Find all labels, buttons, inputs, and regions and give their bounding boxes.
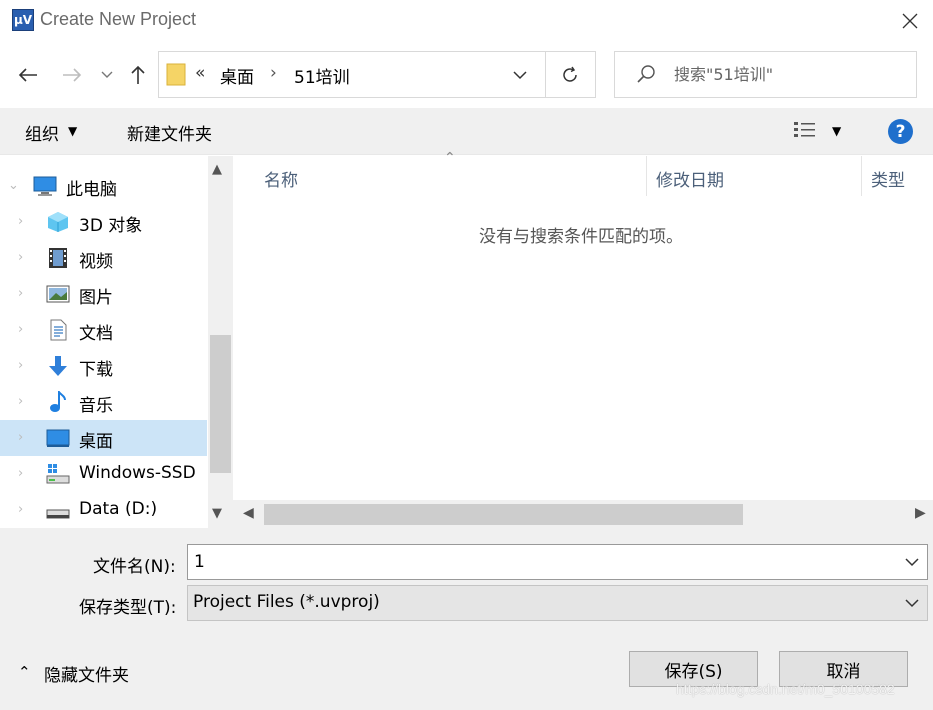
- nav-item-desktop[interactable]: › 桌面: [0, 420, 207, 456]
- filetype-dropdown-button[interactable]: [900, 591, 924, 615]
- chevron-right-icon[interactable]: ›: [18, 214, 23, 229]
- column-header-name[interactable]: 名称: [264, 166, 298, 191]
- new-folder-button[interactable]: 新建文件夹: [127, 120, 212, 145]
- folder-icon: [166, 63, 186, 86]
- chevron-down-icon: [905, 598, 919, 607]
- scroll-right-icon[interactable]: ▶: [915, 505, 926, 521]
- address-dropdown-button[interactable]: [506, 60, 534, 90]
- app-icon: µV: [12, 9, 34, 31]
- arrow-right-icon: [63, 68, 82, 82]
- filename-dropdown-button[interactable]: [900, 550, 924, 574]
- recent-locations-button[interactable]: [98, 64, 116, 86]
- download-icon: [49, 356, 67, 376]
- column-header-date-modified[interactable]: 修改日期: [656, 166, 724, 191]
- arrow-up-icon: [131, 65, 145, 84]
- hide-folders-button[interactable]: 隐藏文件夹: [44, 661, 129, 686]
- chevron-down-icon: [905, 557, 919, 566]
- breadcrumb-current[interactable]: 51培训: [294, 63, 350, 88]
- breadcrumb-separator[interactable]: ›: [270, 63, 277, 83]
- filename-input[interactable]: [194, 549, 884, 575]
- nav-item-label: 文档: [79, 324, 113, 344]
- view-options-icon[interactable]: [793, 120, 817, 140]
- address-divider: [545, 52, 546, 97]
- chevron-down-icon: [513, 70, 527, 79]
- chevron-right-icon[interactable]: ›: [18, 430, 23, 445]
- nav-item-label: 桌面: [79, 432, 113, 452]
- nav-item-windows-ssd[interactable]: › Windows-SSD: [0, 456, 207, 492]
- chevron-right-icon[interactable]: ›: [18, 394, 23, 409]
- up-button[interactable]: [124, 60, 152, 90]
- filetype-selected-value[interactable]: Project Files (*.uvproj): [193, 592, 380, 612]
- nav-item-label: Windows-SSD: [79, 463, 196, 483]
- chevron-right-icon[interactable]: ›: [18, 502, 23, 517]
- nav-item-label: Data (D:): [79, 499, 158, 519]
- nav-item-3d-objects[interactable]: › 3D 对象: [0, 204, 207, 240]
- drive-icon: [46, 509, 70, 519]
- forward-button[interactable]: [58, 60, 86, 90]
- horizontal-scrollbar-thumb[interactable]: [264, 504, 743, 525]
- nav-item-pictures[interactable]: › 图片: [0, 276, 207, 312]
- breadcrumb-desktop[interactable]: 桌面: [220, 63, 254, 88]
- organize-button[interactable]: 组织: [25, 120, 59, 145]
- back-button[interactable]: [14, 60, 42, 90]
- nav-item-videos[interactable]: › 视频: [0, 240, 207, 276]
- nav-item-downloads[interactable]: › 下载: [0, 348, 207, 384]
- nav-item-music[interactable]: › 音乐: [0, 384, 207, 420]
- column-divider[interactable]: [646, 156, 647, 196]
- document-icon: [50, 319, 67, 341]
- nav-item-this-pc[interactable]: ⌄ 此电脑: [0, 168, 207, 204]
- empty-message: 没有与搜索条件匹配的项。: [479, 227, 683, 247]
- filename-label: 文件名(N):: [93, 557, 176, 577]
- view-options-caret-icon[interactable]: ▼: [832, 124, 841, 138]
- nav-item-label: 下载: [79, 360, 113, 380]
- music-icon: [50, 391, 66, 412]
- chevron-up-icon[interactable]: ⌃: [18, 663, 31, 681]
- close-button[interactable]: [894, 6, 926, 36]
- search-input[interactable]: [674, 60, 904, 88]
- search-icon: [637, 65, 655, 83]
- chevron-right-icon[interactable]: ›: [18, 358, 23, 373]
- filetype-label: 保存类型(T):: [79, 598, 177, 618]
- cube-icon: [48, 212, 68, 232]
- nav-item-label: 视频: [79, 252, 113, 272]
- nav-item-data-d[interactable]: › Data (D:): [0, 492, 207, 528]
- refresh-button[interactable]: [555, 60, 585, 90]
- column-divider[interactable]: [861, 156, 862, 196]
- picture-icon: [46, 285, 70, 303]
- close-icon: [902, 13, 918, 29]
- nav-item-label: 此电脑: [66, 180, 117, 200]
- chevron-right-icon[interactable]: ›: [18, 322, 23, 337]
- file-list: [233, 156, 933, 528]
- sort-ascending-icon: ⌃: [444, 150, 456, 166]
- caret-down-icon: ▼: [68, 124, 78, 138]
- nav-item-label: 音乐: [79, 396, 113, 416]
- scroll-left-icon[interactable]: ◀: [243, 505, 254, 521]
- nav-item-label: 图片: [79, 288, 113, 308]
- scroll-up-icon[interactable]: ▲: [212, 162, 222, 177]
- arrow-left-icon: [18, 68, 37, 82]
- video-icon: [49, 248, 67, 268]
- nav-item-label: 3D 对象: [79, 216, 143, 236]
- chevron-right-icon[interactable]: ›: [18, 286, 23, 301]
- nav-pane-scrollbar-thumb[interactable]: [210, 335, 231, 473]
- column-header-type[interactable]: 类型: [871, 166, 905, 191]
- chevron-down-icon[interactable]: ⌄: [8, 178, 19, 193]
- navigation-pane: ⌄ 此电脑 › 3D 对象 › 视频 › 图片 › 文档 › 下载 › 音乐 ›…: [0, 156, 233, 528]
- chevron-right-icon[interactable]: ›: [18, 466, 23, 481]
- chevron-down-icon: [101, 71, 113, 78]
- watermark: https://blog.csdn.net/m0_50100582: [676, 681, 895, 697]
- nav-item-documents[interactable]: › 文档: [0, 312, 207, 348]
- window-title: Create New Project: [40, 9, 197, 29]
- desktop-icon: [46, 429, 70, 447]
- refresh-icon: [563, 66, 577, 82]
- computer-icon: [33, 176, 57, 196]
- address-overflow[interactable]: «: [195, 63, 205, 83]
- scroll-down-icon[interactable]: ▼: [212, 506, 222, 521]
- chevron-right-icon[interactable]: ›: [18, 250, 23, 265]
- drive-icon: [46, 464, 70, 484]
- help-button[interactable]: ?: [888, 119, 913, 144]
